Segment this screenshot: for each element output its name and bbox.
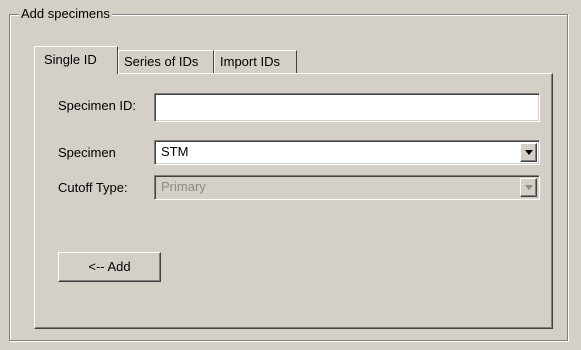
specimen-label: Specimen	[58, 145, 116, 160]
tab-single-id[interactable]: Single ID	[34, 46, 118, 74]
specimen-id-input[interactable]	[154, 93, 540, 122]
chevron-down-icon	[525, 150, 533, 155]
cutoff-type-dropdown-button[interactable]	[520, 178, 537, 197]
tab-import-ids[interactable]: Import IDs	[214, 50, 297, 73]
cutoff-type-selected-value: Primary	[161, 179, 206, 194]
chevron-down-icon	[525, 185, 533, 190]
cutoff-type-select[interactable]: Primary	[154, 175, 540, 200]
cutoff-type-label: Cutoff Type:	[58, 180, 128, 195]
add-button[interactable]: <-- Add	[58, 252, 161, 282]
tab-series-of-ids[interactable]: Series of IDs	[118, 50, 214, 73]
specimen-select[interactable]: STM	[154, 140, 540, 165]
specimen-id-label: Specimen ID:	[58, 98, 137, 113]
specimen-selected-value: STM	[161, 144, 189, 159]
specimen-dropdown-button[interactable]	[520, 143, 537, 162]
groupbox-title: Add specimens	[19, 5, 112, 22]
